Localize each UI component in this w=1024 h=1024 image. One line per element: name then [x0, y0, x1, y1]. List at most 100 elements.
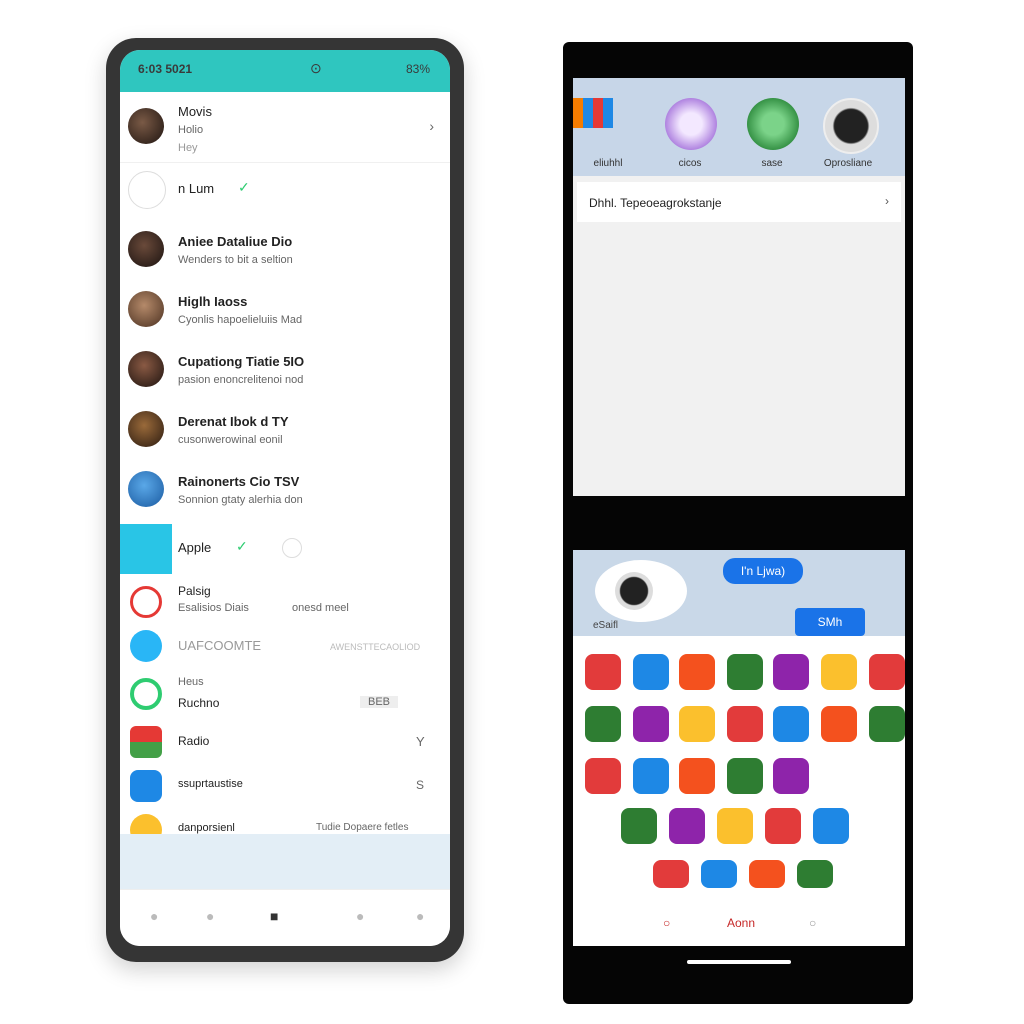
- app-icon[interactable]: [749, 860, 785, 888]
- globe-icon: [128, 471, 164, 507]
- app-icon[interactable]: [773, 758, 809, 794]
- story-label: sase: [761, 158, 783, 169]
- item-sub: Ruchno: [178, 696, 220, 710]
- app-icon[interactable]: [669, 808, 705, 844]
- send-button[interactable]: SMh: [795, 608, 865, 636]
- app-icon[interactable]: [813, 808, 849, 844]
- status-pill[interactable]: I'n Ljwa): [723, 558, 803, 584]
- app-icon[interactable]: [727, 654, 763, 690]
- list-item[interactable]: Palsig Esalisios Diais onesd meel: [120, 578, 450, 624]
- app-icon[interactable]: [773, 706, 809, 742]
- chat-preview: cusonwerowinal eonil: [178, 434, 283, 446]
- app-icon: [120, 524, 172, 574]
- settings-icon[interactable]: ●: [416, 908, 424, 924]
- left-phone-frame: 6:03 5021 ⊙ 83% Movis Holio Hey › n Lum …: [106, 38, 464, 962]
- story-item[interactable]: Oprosliane: [813, 92, 883, 174]
- bulb-icon[interactable]: ●: [150, 908, 158, 924]
- online-row[interactable]: n Lum ✓: [120, 162, 450, 215]
- right-phone-frame: eliuhhl cicos sase Oprosliane Dhhl. Tepe…: [563, 42, 913, 1004]
- app-icon[interactable]: [765, 808, 801, 844]
- camera-icon: [615, 572, 653, 610]
- search-text: Dhhl. Tepeoeagrokstanje: [589, 196, 722, 210]
- chat-preview: pasion enoncrelitenoi nod: [178, 374, 304, 386]
- app-icon[interactable]: [869, 654, 905, 690]
- app-icon[interactable]: [701, 860, 737, 888]
- profile-header[interactable]: Movis Holio Hey ›: [120, 94, 450, 162]
- item-name: danporsienl: [178, 822, 235, 834]
- list-item[interactable]: Cupationg Tiatie 5IO pasion enoncreliten…: [120, 340, 450, 398]
- story-thumb: [823, 98, 879, 154]
- phone-icon: [130, 630, 162, 662]
- chevron-right-icon[interactable]: ›: [429, 118, 434, 134]
- item-extra: Tudie Dopaere fetles: [316, 822, 409, 833]
- circle-icon[interactable]: ○: [809, 916, 816, 930]
- record-icon: [130, 586, 162, 618]
- app-icon[interactable]: [633, 654, 669, 690]
- status-bar: 6:03 5021 ⊙ 83%: [120, 50, 450, 92]
- home-icon[interactable]: ■: [270, 908, 278, 924]
- app-icon[interactable]: [633, 706, 669, 742]
- toggle-icon[interactable]: [282, 538, 302, 558]
- nav-label[interactable]: Aonn: [727, 916, 755, 930]
- app-icon[interactable]: [727, 758, 763, 794]
- list-item[interactable]: Heus Ruchno BEB: [120, 670, 450, 720]
- spacer-panel: [120, 834, 450, 890]
- chevron-right-icon[interactable]: ›: [885, 194, 889, 208]
- app-icon[interactable]: [869, 706, 905, 742]
- app-icon[interactable]: [821, 654, 857, 690]
- item-extra: onesd meel: [292, 602, 349, 614]
- bottom-nav: ○ Aonn ○: [573, 906, 905, 946]
- app-icon[interactable]: [773, 654, 809, 690]
- apps-row[interactable]: Apple ✓: [120, 524, 450, 574]
- app-icon[interactable]: [821, 706, 857, 742]
- circle-icon: [130, 678, 162, 710]
- app-icon[interactable]: [633, 758, 669, 794]
- status-time: 6:03 5021: [138, 62, 193, 76]
- item-name: Palsig: [178, 584, 211, 598]
- app-icon[interactable]: [585, 654, 621, 690]
- profile-name: Movis: [178, 104, 212, 119]
- story-item[interactable]: eliuhhl: [573, 92, 643, 174]
- list-item[interactable]: Rainonerts Cio TSV Sonnion gtaty alerhia…: [120, 460, 450, 518]
- left-phone-screen: 6:03 5021 ⊙ 83% Movis Holio Hey › n Lum …: [120, 50, 450, 946]
- check-icon: ✓: [236, 538, 248, 554]
- app-icon[interactable]: [727, 706, 763, 742]
- app-icon[interactable]: [797, 860, 833, 888]
- list-item[interactable]: Higlh Iaoss Cyonlis hapoelieluiis Mad: [120, 280, 450, 338]
- item-name: ssuprtaustise: [178, 778, 243, 790]
- story-thumb: [573, 98, 613, 128]
- bottom-caption: eSaifl: [593, 620, 619, 631]
- app-icon[interactable]: [717, 808, 753, 844]
- item-extra: Y: [416, 734, 425, 749]
- record-icon[interactable]: ○: [663, 916, 670, 930]
- avatar: [128, 291, 164, 327]
- search-bar[interactable]: Dhhl. Tepeoeagrokstanje ›: [577, 182, 901, 222]
- list-item[interactable]: Radio Y: [120, 720, 450, 764]
- app-icon: [130, 726, 162, 758]
- bottom-panel: I'n Ljwa) SMh eSaifl ○ Aonn ○: [573, 550, 905, 946]
- info-icon[interactable]: ●: [356, 908, 364, 924]
- item-name: UAFCOOMTE: [178, 638, 262, 653]
- avatar: [128, 171, 166, 209]
- chat-preview: Wenders to bit a seltion: [178, 254, 293, 266]
- list-item[interactable]: Derenat Ibok d TY cusonwerowinal eonil: [120, 400, 450, 458]
- list-item[interactable]: ssuprtaustise S: [120, 764, 450, 808]
- app-icon[interactable]: [653, 860, 689, 888]
- app-icon[interactable]: [585, 706, 621, 742]
- app-icon[interactable]: [585, 758, 621, 794]
- story-strip: eliuhhl cicos sase Oprosliane: [573, 78, 905, 176]
- avatar: [128, 231, 164, 267]
- home-indicator[interactable]: [687, 960, 791, 964]
- list-item[interactable]: Aniee Dataliue Dio Wenders to bit a selt…: [120, 220, 450, 278]
- avatar: [128, 351, 164, 387]
- app-icon[interactable]: [679, 654, 715, 690]
- story-item[interactable]: cicos: [655, 92, 725, 174]
- chat-icon[interactable]: ●: [206, 908, 214, 924]
- item-extra: BEB: [360, 696, 399, 708]
- story-item[interactable]: sase: [737, 92, 807, 174]
- app-icon[interactable]: [679, 706, 715, 742]
- app-icon[interactable]: [679, 758, 715, 794]
- list-item[interactable]: UAFCOOMTE AWENSTTECAOLIOD: [120, 624, 450, 670]
- chat-name: Rainonerts Cio TSV: [178, 474, 300, 489]
- app-icon[interactable]: [621, 808, 657, 844]
